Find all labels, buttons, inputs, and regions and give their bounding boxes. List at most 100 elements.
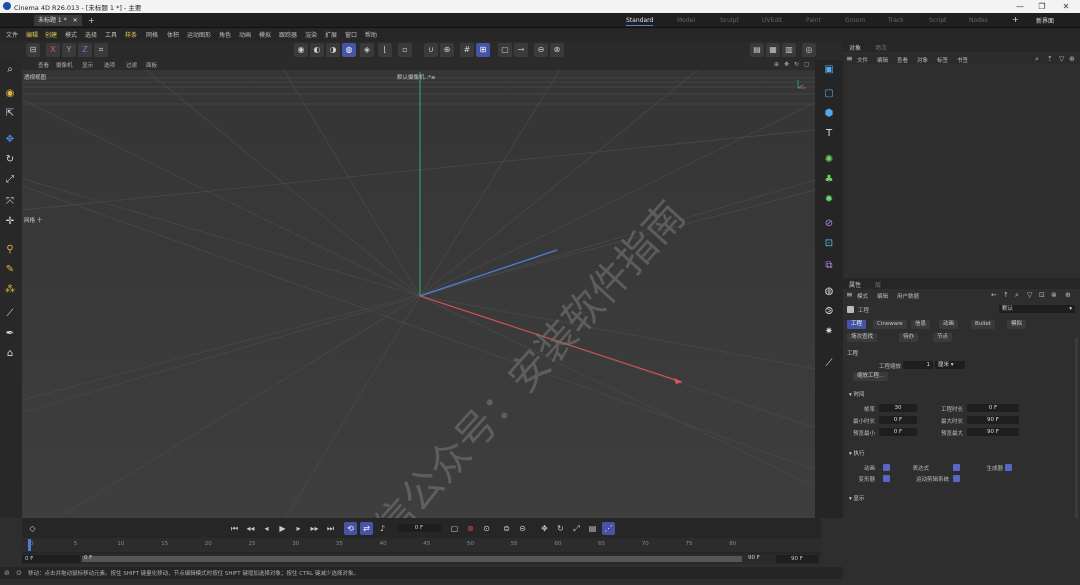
rotate-tool-icon[interactable]: ↻ [2,152,18,168]
am-filter-icon[interactable]: ▽ [1027,291,1032,299]
document-tab[interactable]: 未标题 1 * ✕ [34,15,82,26]
menu-item-11[interactable]: 动画 [239,30,251,39]
viewport-menu-2[interactable]: 显示 [82,61,93,69]
magnet-icon[interactable]: ∪ [424,43,438,57]
om-search-icon[interactable]: ⌕ [1035,55,1039,64]
menu-item-15[interactable]: 扩展 [325,30,337,39]
range-start-field[interactable]: 0 F [22,555,80,563]
edge-mode-icon[interactable]: ◈ [360,43,374,57]
preview-min-field[interactable]: 0 F [879,428,917,436]
subtab-cineware[interactable]: Cineware [873,320,907,329]
render-view-icon[interactable]: ⊖ [534,43,548,57]
play-icon[interactable]: ▶ [276,522,289,535]
menu-item-14[interactable]: 渲染 [305,30,317,39]
om-menu-edit[interactable]: 编辑 [877,56,888,64]
range-slider[interactable] [82,556,742,562]
hamburger-menu-icon[interactable]: ≡ [846,55,853,63]
menu-item-16[interactable]: 窗口 [345,30,357,39]
layout-tab-script[interactable]: Script [929,15,946,26]
text-spline-icon[interactable]: T [821,126,837,142]
project-scale-field[interactable]: 1 [903,361,933,369]
viewport-menu-1[interactable]: 摄像机 [56,61,73,69]
om-up-icon[interactable]: ⇡ [1047,55,1053,63]
tab-takes[interactable]: 场次 [875,43,887,52]
exec-animation-checkbox[interactable] [883,464,890,471]
layout-tab-paint[interactable]: Paint [806,15,821,26]
pivot-tool-icon[interactable]: ✛ [2,214,18,230]
menu-item-12[interactable]: 模拟 [259,30,271,39]
nav-pan-icon[interactable]: ⊕ [774,61,779,68]
field-icon[interactable]: ⊡ [821,236,837,252]
range-icon[interactable]: ⇄ [360,522,373,535]
layout-icon[interactable]: ▣ [821,62,837,78]
cube-outline-icon[interactable]: ▢ [821,86,837,102]
preview-max-field[interactable]: 90 F [967,428,1019,436]
workplane-icon[interactable]: ⊕ [440,43,454,57]
fps-field[interactable]: 30 [879,404,917,412]
world-coord-icon[interactable]: ⌗ [94,43,108,57]
select-tool-icon[interactable]: ⇱ [2,106,18,122]
range-end-field[interactable]: 90 F [776,555,818,563]
point-mode-icon[interactable]: ◑ [326,43,340,57]
move-tool-icon[interactable]: ✥ [2,132,18,148]
knife-tool-icon[interactable]: ⟋ [2,306,18,322]
picture-viewer-icon[interactable]: ▦ [766,43,780,57]
am-lock-icon[interactable]: ⊡ [1039,291,1045,299]
live-selection-icon[interactable]: ◉ [2,86,18,102]
subtab-nodes[interactable]: 节点 [933,333,953,342]
minimize-button[interactable]: — [1010,1,1030,12]
subtab-project[interactable]: 工程 [847,320,867,329]
texture-mode-icon[interactable]: ◐ [310,43,324,57]
render-queue-icon[interactable]: ▤ [750,43,764,57]
subtab-take-find[interactable]: 场次查找 [847,333,878,342]
om-filter-icon[interactable]: ▽ [1059,55,1064,63]
prev-frame-icon[interactable]: ◂ [260,522,273,535]
add-tab-button[interactable]: + [88,16,95,25]
transform-tool-icon[interactable]: ⤧ [2,194,18,210]
menu-item-3[interactable]: 模式 [65,30,77,39]
exec-generators-checkbox[interactable] [1005,464,1012,471]
sculpt-tool-icon[interactable]: ⌂ [2,346,18,362]
layout-tab-sculpt[interactable]: Sculpt [720,15,739,26]
exec-motion-system-checkbox[interactable] [953,475,960,482]
om-menu-bookmark[interactable]: 书签 [957,56,968,64]
search-icon[interactable]: ⌕ [2,62,18,78]
go-to-end-icon[interactable]: ⏭ [324,522,337,535]
keyframe-mode-icon[interactable]: ◇ [26,522,39,535]
camera-label[interactable]: 默认摄像机.:*≡ [397,73,435,81]
loop-icon[interactable]: ⟲ [344,522,357,535]
am-menu-userdata[interactable]: 用户数据 [897,292,919,300]
maximize-button[interactable]: ❐ [1032,1,1052,12]
model-mode-icon[interactable]: ◉ [294,43,308,57]
position-key-icon[interactable]: ✥ [538,522,551,535]
menu-item-9[interactable]: 运动图形 [187,30,211,39]
axis-z-toggle[interactable]: Z [78,43,92,57]
menu-item-5[interactable]: 工具 [105,30,117,39]
grid-snap-icon[interactable]: ⊞ [476,43,490,57]
next-frame-icon[interactable]: ▸ [292,522,305,535]
om-menu-tag[interactable]: 标签 [937,56,948,64]
auto-key-icon[interactable]: ⊙ [480,522,493,535]
subtab-animation[interactable]: 动画 [939,320,959,329]
om-add-icon[interactable]: ⊕ [1069,55,1075,63]
snap-icon[interactable]: ⌊ [378,43,392,57]
axis-lock-icon[interactable]: ▫ [398,43,412,57]
mograph-icon[interactable]: ⧉ [821,258,837,274]
tag-icon[interactable]: ⟋ [821,356,837,372]
layout-tab-standard[interactable]: Standard [626,15,654,26]
fcurve-icon[interactable]: ⊝ [516,522,529,535]
key-selection-icon[interactable]: ▢ [448,522,461,535]
record-icon[interactable]: ⊗ [464,522,477,535]
keyframe-icon[interactable]: ⊜ [500,522,513,535]
render-settings-icon[interactable]: ⊗ [550,43,564,57]
max-time-field[interactable]: 90 F [967,416,1019,424]
nav-rotate-icon[interactable]: ↻ [794,61,799,68]
undo-view-icon[interactable]: ⊟ [26,43,40,57]
tab-layers[interactable]: 层 [875,280,881,289]
scale-key-icon[interactable]: ⤢ [570,522,583,535]
grid-icon[interactable]: # [460,43,474,57]
om-menu-file[interactable]: 文件 [857,56,868,64]
am-search-icon[interactable]: ⌕ [1015,291,1019,300]
point-level-icon[interactable]: ⋰ [602,522,615,535]
om-menu-object[interactable]: 对象 [917,56,928,64]
